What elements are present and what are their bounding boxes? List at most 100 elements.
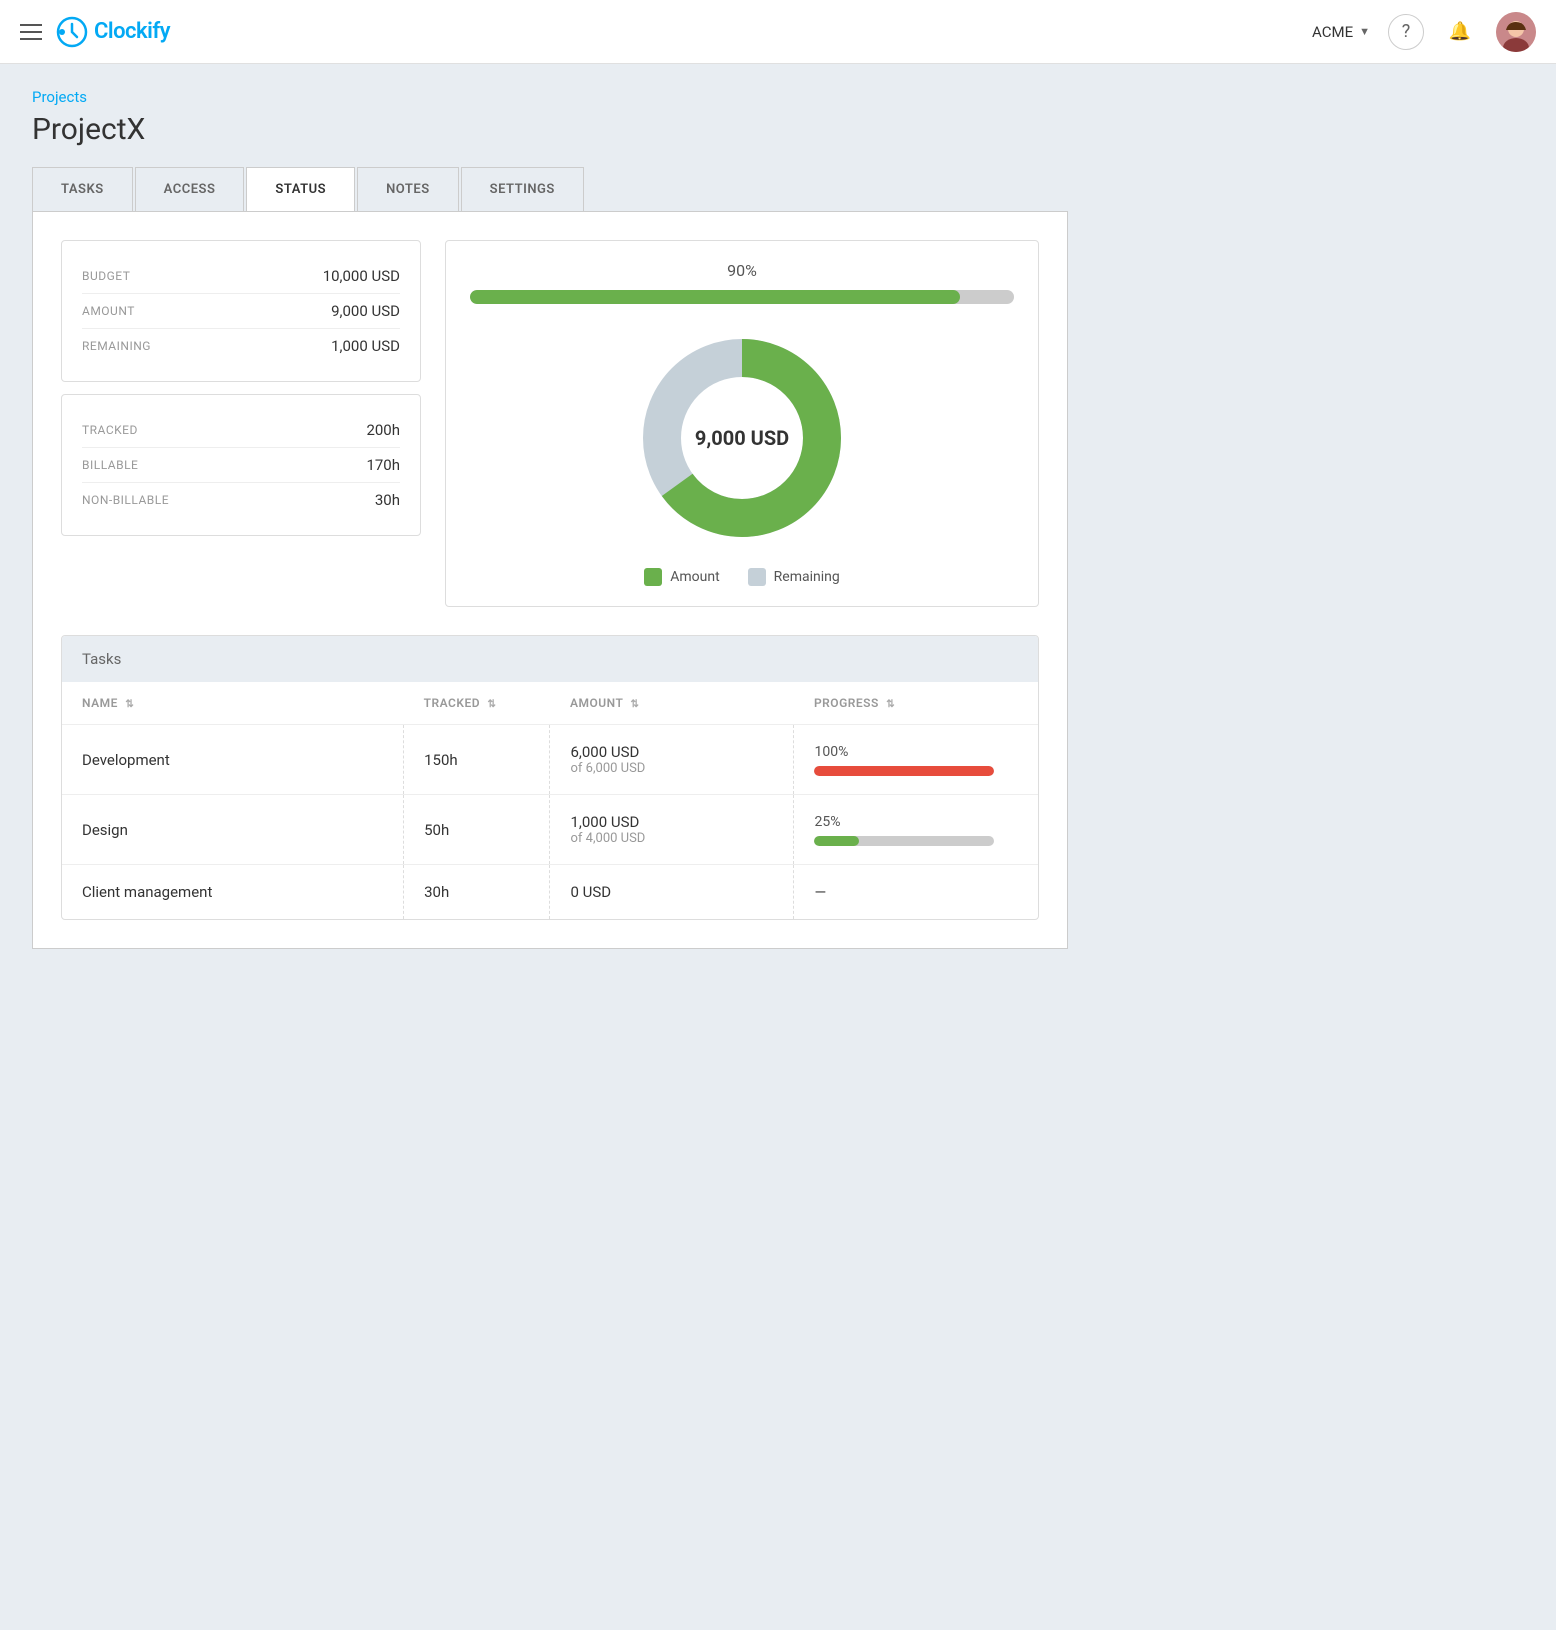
left-panels: BUDGET 10,000 USD AMOUNT 9,000 USD REMAI… [61,240,421,607]
task-name-cell: Design [62,795,404,865]
amount-value: 9,000 USD [331,302,400,320]
task-amount-main: 1,000 USD [570,813,773,831]
help-button[interactable]: ? [1388,14,1424,50]
donut-center-text: 9,000 USD [695,426,789,450]
amount-sort-icon: ⇅ [631,699,640,710]
remaining-label: REMAINING [82,339,151,353]
progress-percent-label: 90% [470,261,1014,280]
user-avatar[interactable] [1496,12,1536,52]
bell-icon: 🔔 [1449,21,1471,42]
header-left: Clockify [20,16,1312,48]
task-amount-main: 0 USD [570,883,773,901]
amount-label: AMOUNT [82,304,135,318]
task-amount-cell: 0 USD [550,865,794,920]
task-progress-label: 25% [814,814,1018,830]
task-name-cell: Client management [62,865,404,920]
task-amount-main: 6,000 USD [570,743,773,761]
col-header-progress[interactable]: PROGRESS ⇅ [794,682,1038,725]
page-title: ProjectX [32,112,1068,147]
time-panel: TRACKED 200h BILLABLE 170h NON-BILLABLE … [61,394,421,536]
name-sort-icon: ⇅ [125,699,134,710]
tracked-value: 200h [366,421,400,439]
task-tracked-cell: 30h [404,865,550,920]
table-row: Client management30h 0 USD — [62,865,1038,920]
header: Clockify ACME ▼ ? 🔔 [0,0,1556,64]
legend-remaining-dot [748,568,766,586]
nonbillable-row: NON-BILLABLE 30h [82,482,400,517]
tracked-row: TRACKED 200h [82,413,400,447]
task-name-cell: Development [62,725,404,795]
task-progress-wrapper: 100% [814,744,1018,776]
workspace-name: ACME [1312,23,1353,41]
task-amount-cell: 6,000 USDof 6,000 USD [550,725,794,795]
col-header-name[interactable]: NAME ⇅ [62,682,404,725]
hamburger-menu[interactable] [20,24,42,40]
chart-legend: Amount Remaining [644,568,840,586]
nonbillable-label: NON-BILLABLE [82,493,169,507]
page-content: Projects ProjectX TASKS ACCESS STATUS NO… [0,64,1100,973]
col-header-tracked[interactable]: TRACKED ⇅ [404,682,550,725]
budget-panel: BUDGET 10,000 USD AMOUNT 9,000 USD REMAI… [61,240,421,382]
breadcrumb[interactable]: Projects [32,88,1068,106]
notifications-button[interactable]: 🔔 [1442,14,1478,50]
top-section: BUDGET 10,000 USD AMOUNT 9,000 USD REMAI… [61,240,1039,607]
task-amount-sub: of 6,000 USD [570,761,773,776]
task-progress-cell: 25% [794,795,1038,865]
legend-amount: Amount [644,568,719,586]
table-row: Development150h6,000 USDof 6,000 USD 100… [62,725,1038,795]
tab-tasks[interactable]: TASKS [32,167,133,211]
budget-row: BUDGET 10,000 USD [82,259,400,293]
task-progress-bar [814,766,994,776]
progress-bar-fill [470,290,960,304]
table-row: Design50h1,000 USDof 4,000 USD 25% [62,795,1038,865]
tracked-label: TRACKED [82,423,138,437]
table-header-row: NAME ⇅ TRACKED ⇅ AMOUNT ⇅ PROGRESS [62,682,1038,725]
nonbillable-value: 30h [375,491,400,509]
task-progress-dash: — [814,883,826,901]
workspace-chevron-icon: ▼ [1359,25,1370,38]
remaining-value: 1,000 USD [331,337,400,355]
tracked-sort-icon: ⇅ [488,699,497,710]
budget-label: BUDGET [82,269,130,283]
legend-amount-label: Amount [670,569,719,585]
col-header-amount[interactable]: AMOUNT ⇅ [550,682,794,725]
clockify-logo-icon [56,16,88,48]
amount-row: AMOUNT 9,000 USD [82,293,400,328]
legend-remaining-label: Remaining [774,569,840,585]
workspace-selector[interactable]: ACME ▼ [1312,23,1370,41]
task-progress-fill [814,766,994,776]
progress-bar-container [470,290,1014,304]
task-progress-wrapper: 25% [814,814,1018,846]
donut-chart-wrapper: 9,000 USD [632,328,852,548]
budget-value: 10,000 USD [323,267,400,285]
tab-status[interactable]: STATUS [246,167,355,211]
task-tracked-cell: 50h [404,795,550,865]
billable-label: BILLABLE [82,458,138,472]
legend-amount-dot [644,568,662,586]
task-progress-cell: 100% [794,725,1038,795]
tabs-bar: TASKS ACCESS STATUS NOTES SETTINGS [32,167,1068,211]
remaining-row: REMAINING 1,000 USD [82,328,400,363]
tab-notes[interactable]: NOTES [357,167,459,211]
logo: Clockify [56,16,170,48]
header-right: ACME ▼ ? 🔔 [1312,12,1536,52]
chart-panel: 90% 9,000 USD [445,240,1039,607]
tab-settings[interactable]: SETTINGS [461,167,584,211]
main-card: BUDGET 10,000 USD AMOUNT 9,000 USD REMAI… [32,211,1068,949]
tasks-section-title: Tasks [82,650,121,668]
tasks-table: NAME ⇅ TRACKED ⇅ AMOUNT ⇅ PROGRESS [62,682,1038,919]
task-amount-cell: 1,000 USDof 4,000 USD [550,795,794,865]
task-progress-fill [814,836,859,846]
task-progress-bar [814,836,994,846]
logo-text: Clockify [94,19,170,44]
billable-row: BILLABLE 170h [82,447,400,482]
tasks-header-bar: Tasks [62,636,1038,682]
tasks-section: Tasks NAME ⇅ TRACKED ⇅ AMOUNT [61,635,1039,920]
task-progress-cell: — [794,865,1038,920]
billable-value: 170h [366,456,400,474]
tab-access[interactable]: ACCESS [135,167,245,211]
task-progress-label: 100% [814,744,1018,760]
legend-remaining: Remaining [748,568,840,586]
task-amount-sub: of 4,000 USD [570,831,773,846]
progress-sort-icon: ⇅ [886,699,895,710]
